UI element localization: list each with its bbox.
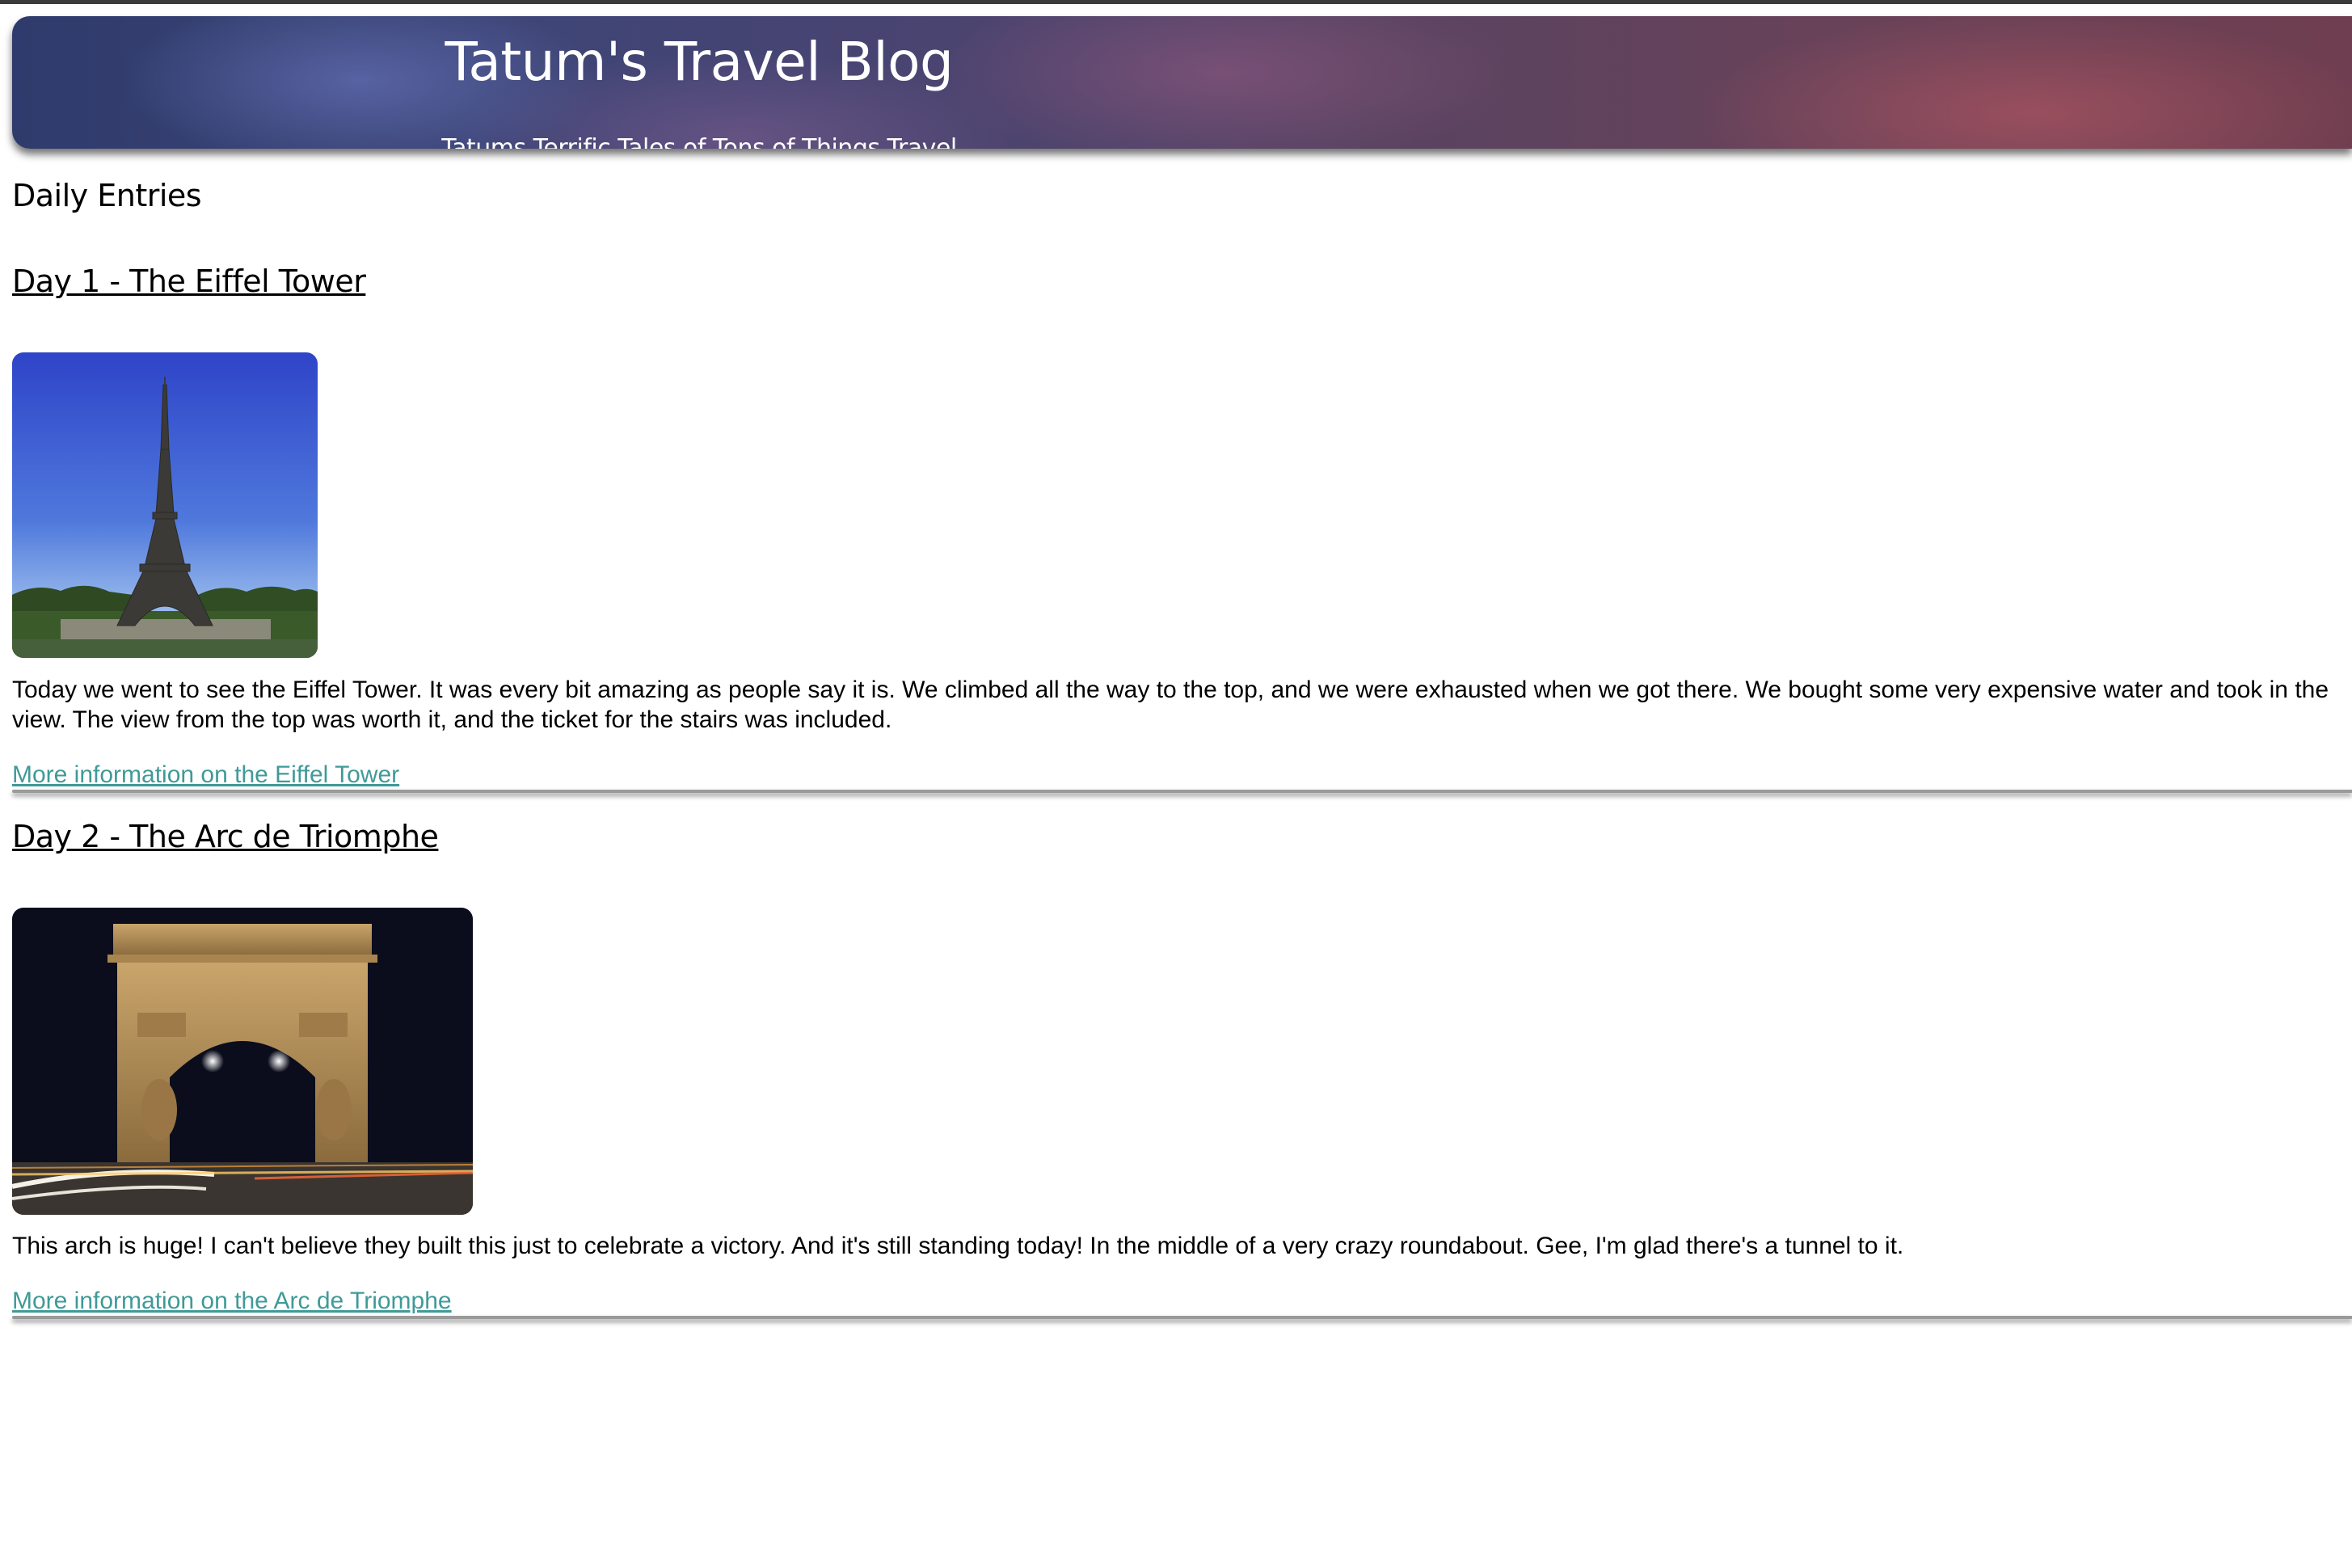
top-border [0, 0, 2352, 4]
arc-de-triomphe-info-link[interactable]: More information on the Arc de Triomphe [12, 1288, 452, 1315]
arc-de-triomphe-photo [12, 908, 473, 1215]
entry-text-day-1: Today we went to see the Eiffel Tower. I… [12, 677, 2329, 733]
entry-title-day-2: Day 2 - The Arc de Triomphe [12, 819, 439, 854]
blog-subtitle: Tatums Terrific Tales of Tons of Things … [441, 134, 957, 149]
entry-divider [12, 790, 2352, 793]
eiffel-tower-info-link[interactable]: More information on the Eiffel Tower [12, 761, 399, 789]
blog-title: Tatum's Travel Blog [445, 31, 954, 93]
eiffel-tower-photo [12, 352, 318, 658]
entry-divider [12, 1316, 2352, 1319]
daily-entries-heading: Daily Entries [12, 178, 202, 213]
entry-text-day-2: This arch is huge! I can't believe they … [12, 1233, 1904, 1259]
entry-title-day-1: Day 1 - The Eiffel Tower [12, 263, 366, 299]
blog-header: Tatum's Travel Blog Tatums Terrific Tale… [12, 16, 2352, 149]
